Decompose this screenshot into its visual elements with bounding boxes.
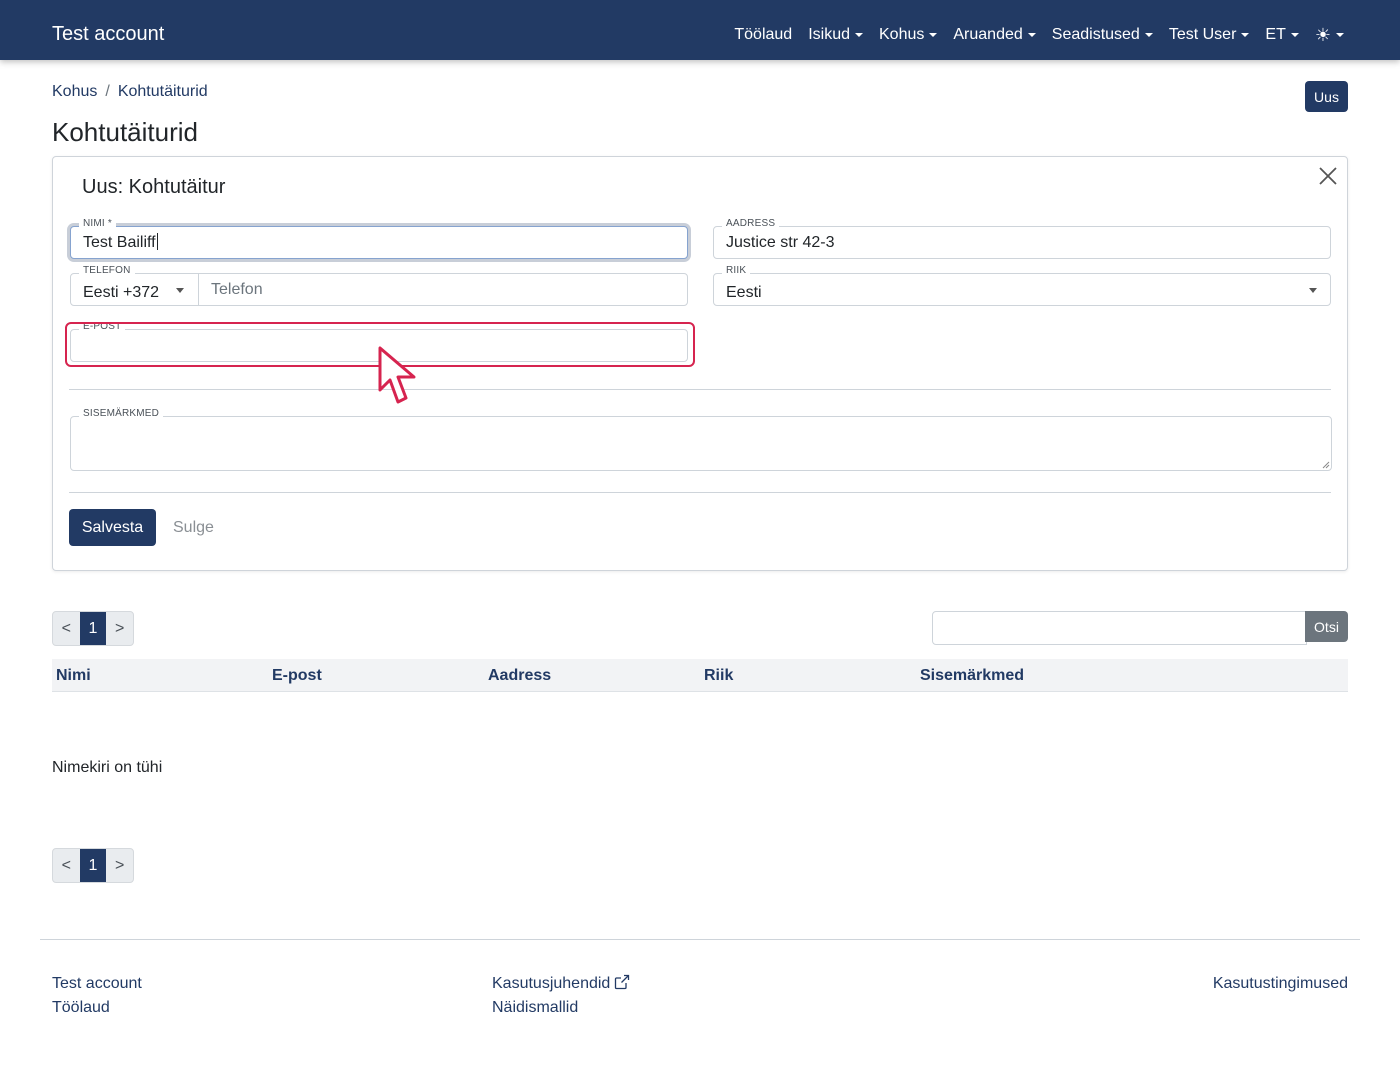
breadcrumb-item-current[interactable]: Kohtutäiturid [118, 81, 208, 103]
form-title: Uus: Kohtutäitur [82, 176, 226, 198]
nav-item-label: Töölaud [734, 26, 793, 43]
address-label: AADRESS [722, 218, 780, 230]
phone-label: TELEFON [79, 265, 135, 277]
next-page-button[interactable]: > [106, 849, 133, 882]
nav-item-user[interactable]: Test User [1169, 23, 1250, 47]
notes-label: SISEMÄRKMED [79, 408, 164, 420]
close-form-button[interactable]: Sulge [173, 518, 214, 538]
caret-down-icon [1241, 33, 1250, 37]
nav-item-label: Seadistused [1051, 26, 1140, 43]
country-label: RIIK [722, 265, 751, 277]
prev-page-button[interactable]: < [53, 612, 80, 645]
brand-link[interactable]: Test account [52, 22, 164, 46]
pagination-top: < 1 > [52, 611, 134, 646]
new-bailiff-form-card: Uus: Kohtutäitur NIMI * Test Bailiff AAD… [52, 156, 1348, 571]
search-button[interactable]: Otsi [1305, 611, 1348, 642]
nav-item-label: ET [1265, 26, 1286, 43]
save-button[interactable]: Salvesta [69, 509, 156, 546]
phone-divider [198, 273, 199, 306]
name-input-value[interactable]: Test Bailiff [83, 233, 158, 253]
footer-link-manuals-label: Kasutusjuhendid [492, 975, 611, 992]
footer-link-account[interactable]: Test account [52, 974, 142, 994]
nav-item-isikud[interactable]: Isikud [808, 23, 863, 47]
nav-item-label: Aruanded [953, 26, 1023, 43]
phone-field[interactable]: TELEFON Eesti +372 Telefon [70, 265, 688, 306]
mouse-pointer-icon [378, 346, 416, 404]
country-select-box[interactable] [713, 273, 1331, 306]
caret-down-icon [1290, 33, 1299, 37]
page-button-current[interactable]: 1 [79, 612, 107, 645]
prev-page-button[interactable]: < [53, 849, 80, 882]
table-header: Nimi E-post Aadress Riik Sisemärkmed [52, 659, 1348, 692]
sun-icon: ☀ [1314, 25, 1331, 45]
address-input-value[interactable]: Justice str 42-3 [726, 233, 834, 253]
country-field[interactable]: RIIK Eesti [713, 265, 1331, 306]
text-cursor [156, 233, 158, 250]
column-header-notes[interactable]: Sisemärkmed [920, 666, 1024, 686]
new-button[interactable]: Uus [1305, 81, 1348, 112]
chevron-down-icon [176, 288, 184, 293]
empty-list-message: Nimekiri on tühi [52, 759, 163, 776]
column-header-country[interactable]: Riik [704, 666, 733, 686]
nav-item-label: Kohus [879, 26, 925, 43]
phone-input-box [70, 273, 688, 306]
nav-item-label: Test User [1168, 26, 1237, 43]
column-header-email[interactable]: E-post [272, 666, 322, 686]
form-divider [69, 389, 1331, 390]
footer-link-dashboard[interactable]: Töölaud [52, 998, 110, 1018]
address-field[interactable]: AADRESS Justice str 42-3 [713, 218, 1331, 259]
caret-down-icon [929, 33, 938, 37]
column-header-name[interactable]: Nimi [56, 666, 91, 686]
breadcrumb-separator: / [105, 83, 110, 100]
nav-item-label: Isikud [808, 26, 850, 43]
caret-down-icon [1144, 33, 1153, 37]
nav-item-theme[interactable]: ☀ [1315, 23, 1344, 47]
nav-menu: Töölaud Isikud Kohus Aruanded Seadistuse… [734, 23, 1344, 47]
country-select-value[interactable]: Eesti [726, 283, 762, 303]
notes-textarea-box[interactable] [70, 416, 1332, 471]
nav-item-language[interactable]: ET [1265, 23, 1299, 47]
name-label: NIMI * [79, 218, 116, 230]
caret-down-icon [1027, 33, 1036, 37]
column-header-address[interactable]: Aadress [488, 666, 551, 686]
caret-down-icon [855, 33, 863, 37]
chevron-down-icon [1309, 288, 1317, 293]
footer-divider [40, 939, 1360, 940]
footer-link-manuals[interactable]: Kasutusjuhendid [492, 974, 630, 994]
nav-item-kohus[interactable]: Kohus [879, 23, 938, 47]
name-field[interactable]: NIMI * Test Bailiff [70, 218, 688, 259]
nav-item-aruanded[interactable]: Aruanded [953, 23, 1036, 47]
footer-link-terms[interactable]: Kasutustingimused [1213, 974, 1348, 994]
form-divider [69, 492, 1331, 493]
breadcrumb-item-kohus[interactable]: Kohus [52, 81, 97, 103]
pagination-bottom: < 1 > [52, 848, 134, 883]
nav-item-toolaud[interactable]: Töölaud [734, 23, 792, 47]
top-navbar: Test account Töölaud Isikud Kohus Aruand… [0, 0, 1400, 60]
nav-item-seadistused[interactable]: Seadistused [1052, 23, 1153, 47]
phone-input[interactable]: Telefon [211, 280, 263, 300]
caret-down-icon [1336, 33, 1344, 37]
resize-handle-icon[interactable] [1322, 461, 1330, 469]
search-input[interactable] [932, 611, 1307, 645]
page-title: Kohtutäiturid [52, 117, 198, 147]
phone-country-select[interactable]: Eesti +372 [83, 283, 159, 303]
breadcrumb: Kohus / Kohtutäiturid [52, 81, 208, 103]
external-link-icon [615, 974, 630, 990]
name-input-text: Test Bailiff [83, 234, 156, 251]
footer-link-templates[interactable]: Näidismallid [492, 998, 578, 1018]
close-icon[interactable] [1317, 165, 1339, 187]
next-page-button[interactable]: > [106, 612, 133, 645]
page-button-current[interactable]: 1 [79, 849, 107, 882]
name-input-box[interactable] [70, 226, 688, 259]
notes-field[interactable]: SISEMÄRKMED [70, 408, 1332, 471]
